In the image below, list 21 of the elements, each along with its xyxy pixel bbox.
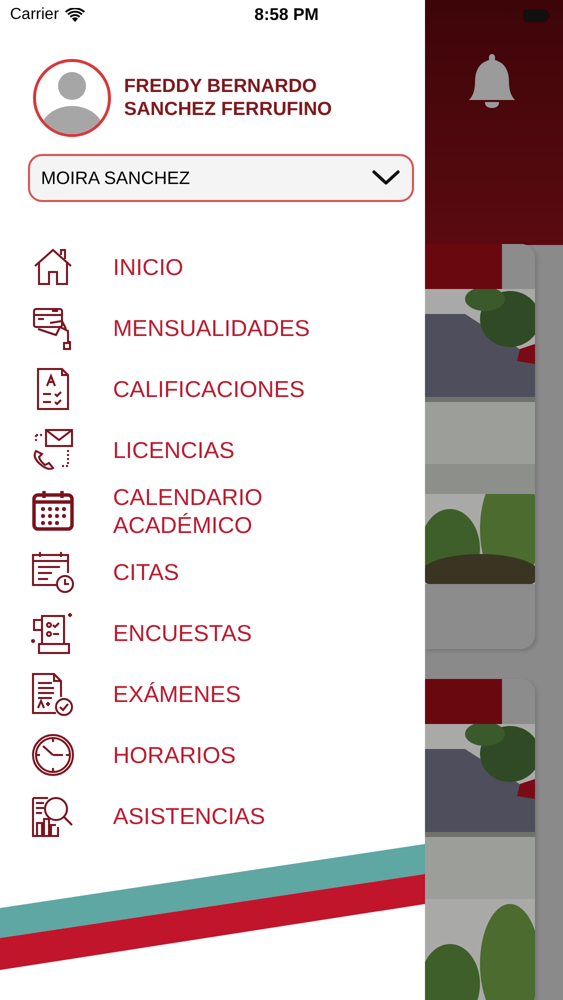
carrier-label: Carrier — [10, 6, 59, 24]
menu-item[interactable]: EXÁMENES — [0, 663, 425, 724]
exam-document-icon — [30, 670, 76, 716]
wifi-icon — [64, 8, 85, 22]
menu-item[interactable]: MENSUALIDADES — [0, 297, 425, 358]
chevron-down-icon — [372, 170, 400, 186]
menu-item[interactable]: LICENCIAS — [0, 419, 425, 480]
user-name: FREDDY BERNARDO SANCHEZ FERRUFINO — [124, 75, 333, 121]
battery-icon — [523, 8, 551, 22]
menu-item[interactable]: HORARIOS — [0, 724, 425, 785]
status-time: 8:58 PM — [254, 5, 319, 25]
clock-icon — [30, 732, 76, 778]
menu-item[interactable]: ASISTENCIAS — [0, 785, 425, 846]
menu-item[interactable]: CITAS — [0, 541, 425, 602]
menu-item[interactable]: INICIO — [0, 236, 425, 297]
menu-item[interactable]: CALENDARIO ACADÉMICO — [0, 480, 425, 541]
student-dropdown[interactable]: MOIRA SANCHEZ — [28, 154, 414, 202]
news-card[interactable] — [425, 244, 535, 649]
bell-icon[interactable] — [467, 52, 517, 110]
menu-item[interactable]: ENCUESTAS — [0, 602, 425, 663]
menu-item[interactable]: CALIFICACIONES — [0, 358, 425, 419]
